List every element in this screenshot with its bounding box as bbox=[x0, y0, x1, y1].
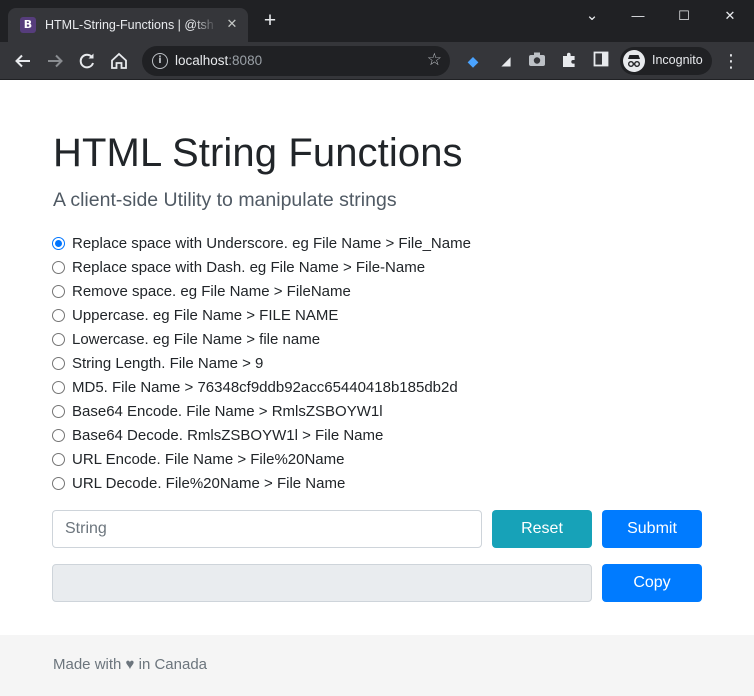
radio-option[interactable]: Remove space. eg File Name > FileName bbox=[52, 279, 471, 303]
footer-text: Made with ♥ in Canada bbox=[53, 656, 207, 673]
radio-option-label[interactable]: URL Decode. File%20Name > File Name bbox=[72, 475, 345, 492]
string-input[interactable] bbox=[52, 510, 482, 548]
back-icon[interactable] bbox=[12, 50, 34, 72]
radio-option[interactable]: Uppercase. eg File Name > FILE NAME bbox=[52, 303, 471, 327]
function-options: Replace space with Underscore. eg File N… bbox=[52, 231, 471, 495]
page-viewport: HTML String Functions A client-side Util… bbox=[0, 80, 754, 696]
radio-button[interactable] bbox=[52, 236, 65, 250]
radio-button[interactable] bbox=[52, 404, 65, 418]
output-field[interactable] bbox=[52, 564, 592, 602]
radio-button[interactable] bbox=[52, 332, 65, 346]
radio-option[interactable]: Lowercase. eg File Name > file name bbox=[52, 327, 471, 351]
radio-option[interactable]: URL Encode. File Name > File%20Name bbox=[52, 447, 471, 471]
radio-option-label[interactable]: Replace space with Dash. eg File Name > … bbox=[72, 259, 425, 276]
tab-close-icon[interactable]: ✕ bbox=[223, 15, 241, 33]
reset-button[interactable]: Reset bbox=[492, 510, 592, 548]
radio-option-label[interactable]: Lowercase. eg File Name > file name bbox=[72, 331, 320, 348]
page-lead: A client-side Utility to manipulate stri… bbox=[53, 189, 397, 211]
incognito-icon bbox=[623, 50, 645, 72]
new-tab-button[interactable]: + bbox=[260, 10, 280, 32]
forward-icon[interactable] bbox=[44, 50, 66, 72]
radio-button[interactable] bbox=[52, 380, 65, 394]
radio-option-label[interactable]: Remove space. eg File Name > FileName bbox=[72, 283, 351, 300]
radio-button[interactable] bbox=[52, 308, 65, 322]
radio-option-label[interactable]: URL Encode. File Name > File%20Name bbox=[72, 451, 344, 468]
radio-option-label[interactable]: Base64 Encode. File Name > RmlsZSBOYW1l bbox=[72, 403, 383, 420]
extension-gem-icon[interactable]: ◆ bbox=[463, 51, 483, 71]
radio-button[interactable] bbox=[52, 452, 65, 466]
address-host: localhost bbox=[175, 53, 229, 68]
radio-option-label[interactable]: Base64 Decode. RmlsZSBOYW1l > File Name bbox=[72, 427, 383, 444]
copy-button[interactable]: Copy bbox=[602, 564, 702, 602]
radio-option[interactable]: URL Decode. File%20Name > File Name bbox=[52, 471, 471, 495]
sidebar-icon[interactable] bbox=[591, 51, 611, 71]
incognito-label: Incognito bbox=[652, 53, 703, 67]
star-icon[interactable]: ☆ bbox=[427, 50, 442, 70]
footer-text-after: in Canada bbox=[138, 656, 208, 673]
menu-icon[interactable]: ⋮ bbox=[722, 50, 740, 72]
page-title: HTML String Functions bbox=[53, 131, 463, 175]
heart-icon: ♥ bbox=[125, 656, 135, 673]
reload-icon[interactable] bbox=[76, 50, 98, 72]
radio-option[interactable]: Replace space with Underscore. eg File N… bbox=[52, 231, 471, 255]
address-bar[interactable]: i localhost:8080 ☆ bbox=[142, 46, 450, 76]
address-text: localhost:8080 bbox=[175, 53, 262, 68]
radio-option-label[interactable]: Uppercase. eg File Name > FILE NAME bbox=[72, 307, 338, 324]
browser-tab[interactable]: B HTML-String-Functions | @tshen ✕ bbox=[8, 8, 248, 42]
incognito-indicator[interactable]: Incognito bbox=[620, 47, 712, 75]
radio-option-label[interactable]: MD5. File Name > 76348cf9ddb92acc6544041… bbox=[72, 379, 458, 396]
radio-option[interactable]: Replace space with Dash. eg File Name > … bbox=[52, 255, 471, 279]
radio-button[interactable] bbox=[52, 428, 65, 442]
puzzle-icon[interactable] bbox=[559, 51, 579, 71]
radio-option[interactable]: Base64 Decode. RmlsZSBOYW1l > File Name bbox=[52, 423, 471, 447]
camera-icon[interactable] bbox=[527, 51, 547, 71]
radio-button[interactable] bbox=[52, 260, 65, 274]
radio-option-label[interactable]: String Length. File Name > 9 bbox=[72, 355, 263, 372]
radio-option-label[interactable]: Replace space with Underscore. eg File N… bbox=[72, 235, 471, 252]
footer: Made with ♥ in Canada bbox=[0, 635, 754, 696]
tab-title: HTML-String-Functions | @tshen bbox=[45, 18, 213, 32]
minimize-button[interactable]: — bbox=[624, 6, 652, 26]
radio-button[interactable] bbox=[52, 284, 65, 298]
extension-icon-2[interactable]: ◢ bbox=[496, 51, 516, 71]
footer-text-before: Made with bbox=[53, 656, 122, 673]
tab-title-fade bbox=[193, 12, 217, 36]
close-window-button[interactable]: ✕ bbox=[716, 6, 744, 26]
radio-option[interactable]: String Length. File Name > 9 bbox=[52, 351, 471, 375]
radio-option[interactable]: Base64 Encode. File Name > RmlsZSBOYW1l bbox=[52, 399, 471, 423]
browser-titlebar: B HTML-String-Functions | @tshen ✕ + ⌄ —… bbox=[0, 0, 754, 42]
bootstrap-favicon-icon: B bbox=[20, 17, 36, 33]
radio-button[interactable] bbox=[52, 476, 65, 490]
radio-option[interactable]: MD5. File Name > 76348cf9ddb92acc6544041… bbox=[52, 375, 471, 399]
info-icon[interactable]: i bbox=[152, 53, 168, 69]
tab-search-icon[interactable]: ⌄ bbox=[578, 6, 606, 26]
radio-button[interactable] bbox=[52, 356, 65, 370]
address-port: :8080 bbox=[228, 53, 263, 68]
maximize-button[interactable]: ☐ bbox=[670, 6, 698, 26]
submit-button[interactable]: Submit bbox=[602, 510, 702, 548]
browser-toolbar: i localhost:8080 ☆ ◆ ◢ Incognito ⋮ bbox=[0, 42, 754, 80]
home-icon[interactable] bbox=[108, 50, 130, 72]
